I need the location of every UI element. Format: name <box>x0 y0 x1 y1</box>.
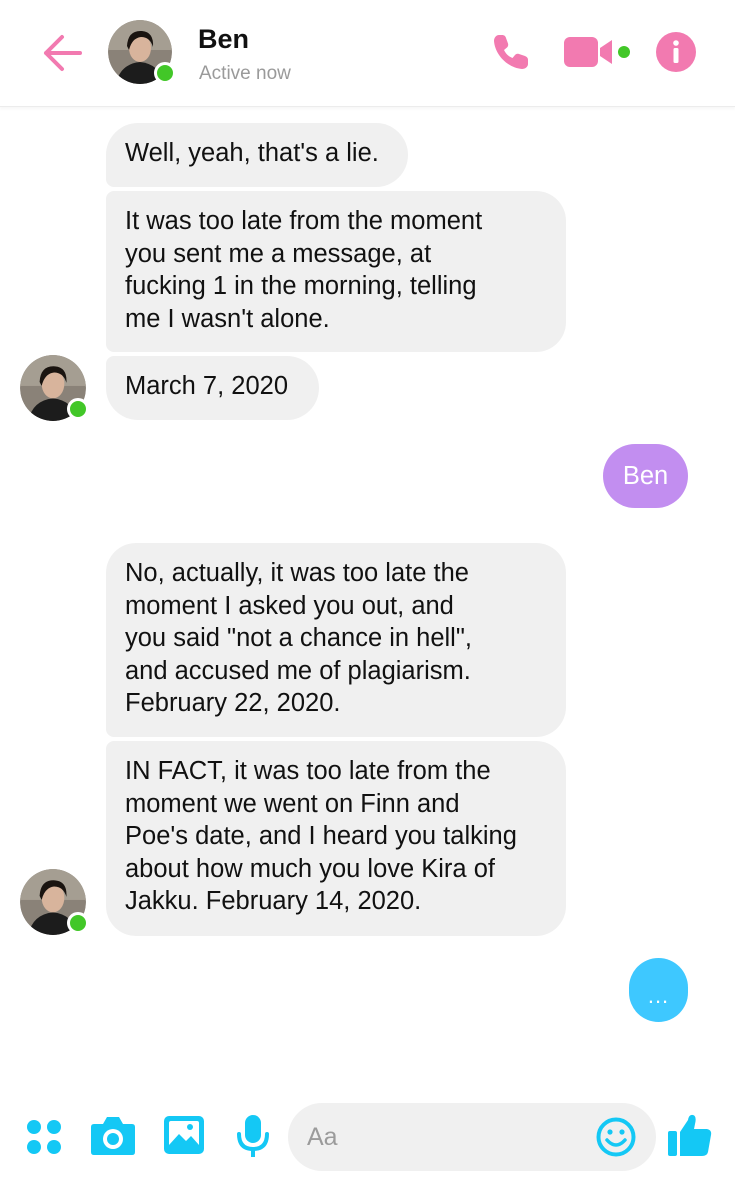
input-placeholder: Aa <box>307 1123 338 1151</box>
online-indicator <box>67 398 89 420</box>
online-indicator <box>67 912 89 934</box>
info-icon[interactable] <box>655 31 697 73</box>
received-message[interactable]: No, actually, it was too late the moment… <box>106 543 566 737</box>
emoji-icon[interactable] <box>596 1117 636 1157</box>
online-indicator <box>154 62 176 84</box>
sender-avatar[interactable] <box>20 355 89 421</box>
active-status: Active now <box>199 63 291 84</box>
microphone-icon[interactable] <box>236 1114 270 1160</box>
message-input[interactable]: Aa <box>288 1103 656 1171</box>
phone-icon[interactable] <box>490 31 532 73</box>
contact-name[interactable]: Ben <box>198 24 249 55</box>
camera-icon[interactable] <box>90 1114 136 1156</box>
sent-message[interactable]: Ben <box>603 444 688 508</box>
apps-icon[interactable] <box>26 1119 62 1155</box>
received-message[interactable]: Well, yeah, that's a lie. <box>106 123 408 187</box>
received-message[interactable]: IN FACT, it was too late from the moment… <box>106 741 566 936</box>
video-camera-icon[interactable] <box>564 34 632 70</box>
conversation-header: Ben Active now <box>0 0 735 107</box>
contact-avatar[interactable] <box>108 20 176 84</box>
sender-avatar[interactable] <box>20 869 89 935</box>
gallery-icon[interactable] <box>163 1115 205 1155</box>
received-message[interactable]: March 7, 2020 <box>106 356 319 420</box>
back-arrow-icon[interactable] <box>38 33 84 73</box>
pending-message[interactable]: ... <box>629 958 688 1022</box>
thumbs-up-icon[interactable] <box>667 1112 713 1158</box>
received-message[interactable]: It was too late from the moment you sent… <box>106 191 566 352</box>
